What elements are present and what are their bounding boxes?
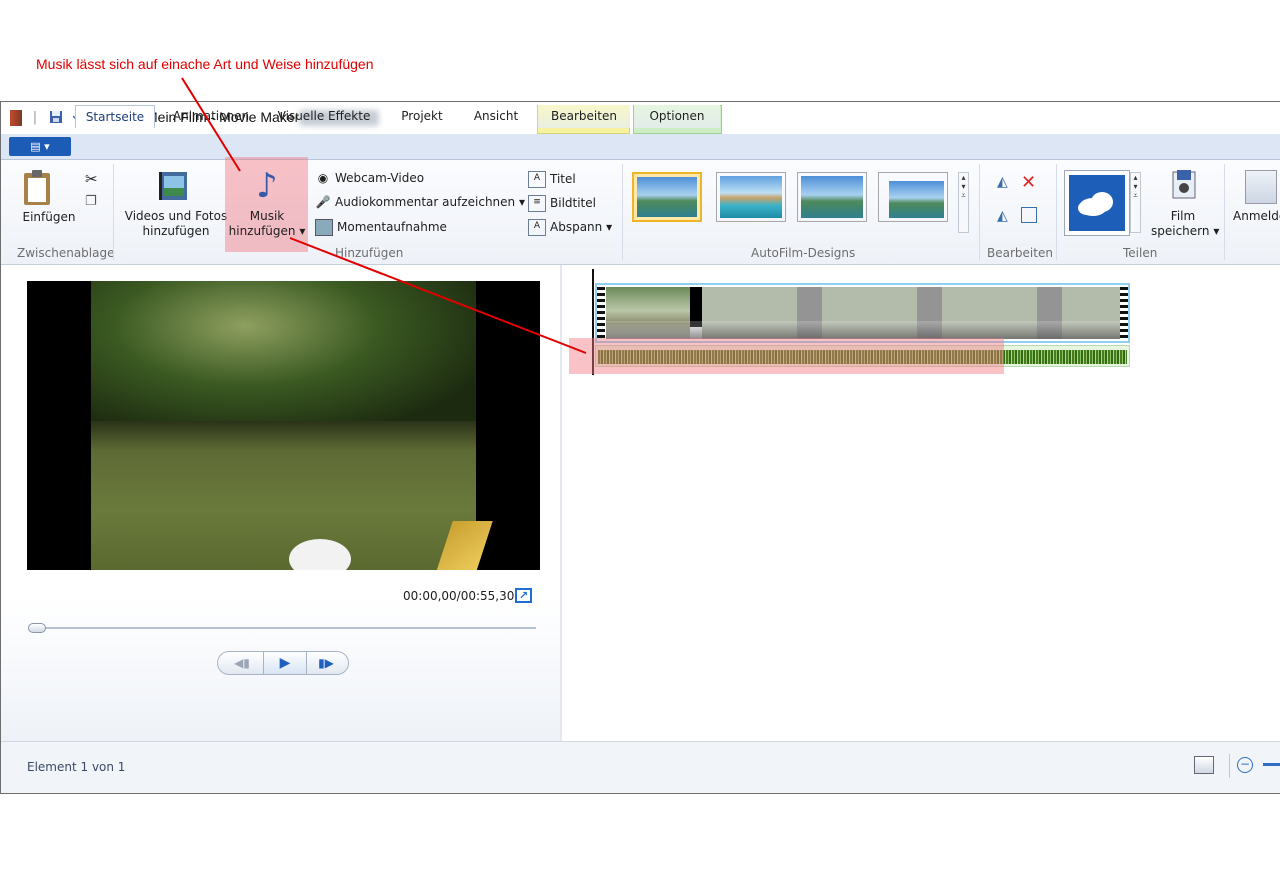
arrow-to-music-track (289, 237, 587, 354)
annotation-arrows (181, 77, 587, 354)
arrow-to-music-button (181, 77, 241, 172)
